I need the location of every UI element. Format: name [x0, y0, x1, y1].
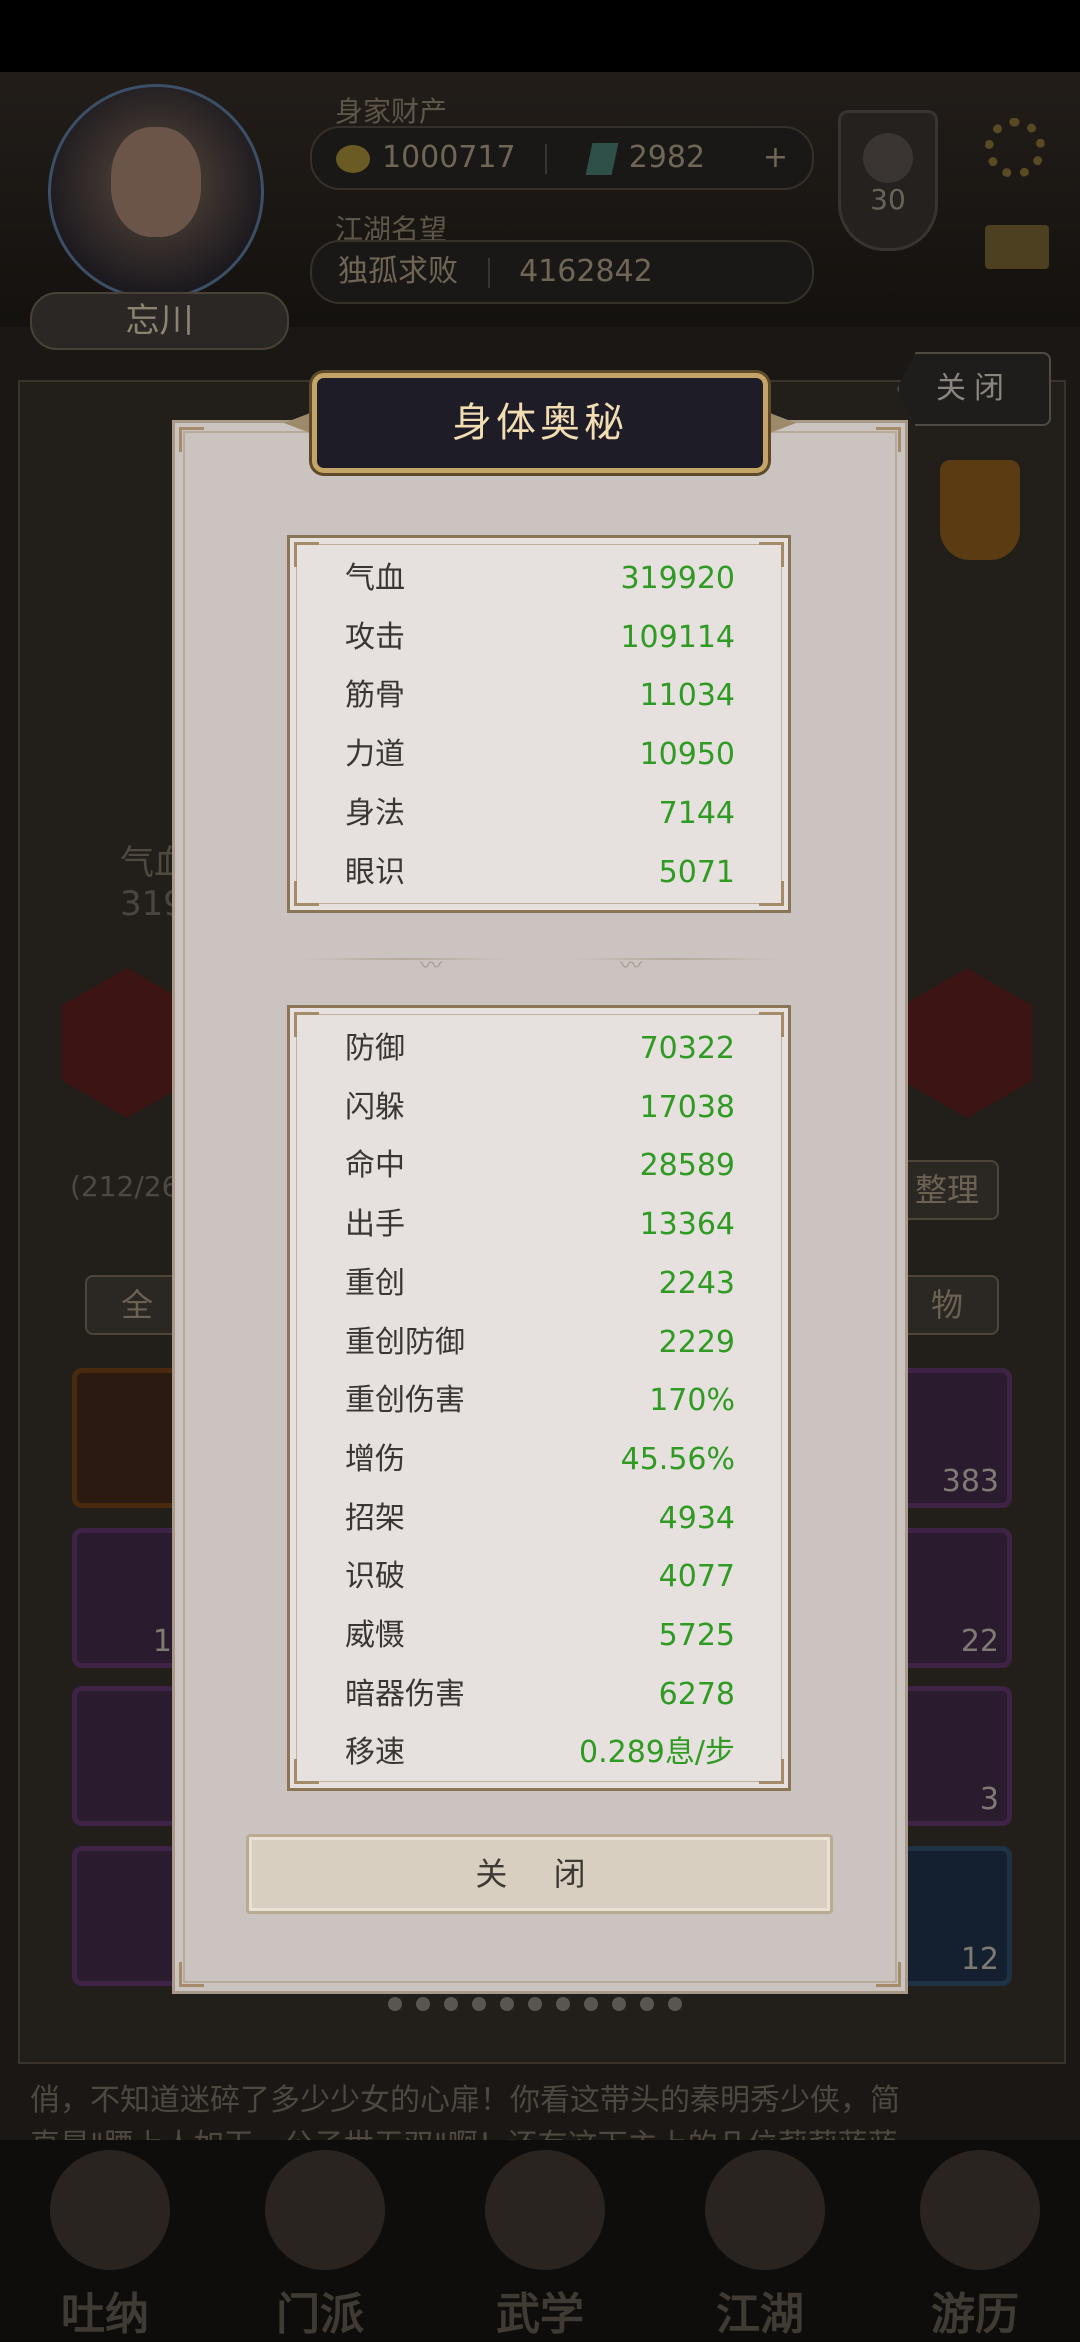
stat-row: 识破 4077	[290, 1548, 788, 1606]
modal-title: 身体奥秘	[452, 400, 628, 446]
nav-jianghu[interactable]: 江湖	[685, 2150, 835, 2340]
stat-value: 109114	[620, 619, 735, 655]
level-value: 30	[870, 183, 906, 216]
stat-row: 攻击 109114	[290, 609, 788, 667]
nav-travel[interactable]: 游历	[900, 2150, 1050, 2340]
close-button[interactable]: 关 闭	[246, 1834, 833, 1914]
gear-icon[interactable]	[985, 118, 1045, 178]
stat-value: 5071	[658, 854, 735, 890]
stat-value: 2229	[658, 1324, 735, 1360]
stat-value: 4934	[658, 1500, 735, 1536]
status-bar	[0, 0, 1080, 72]
player-name: 忘川	[30, 292, 289, 350]
close-top-button[interactable]: 关闭	[897, 352, 1051, 426]
stat-value: 11034	[639, 678, 735, 714]
stat-row: 招架 4934	[290, 1490, 788, 1548]
gold-coin-icon	[336, 144, 370, 173]
stat-row: 威慑 5725	[290, 1607, 788, 1665]
page-indicator	[388, 1996, 696, 2012]
stat-row: 力道 10950	[290, 726, 788, 784]
stat-row: 命中 28589	[290, 1137, 788, 1195]
stat-row: 气血 319920	[290, 550, 788, 608]
stat-value: 10950	[639, 737, 735, 773]
stat-label: 身法	[345, 795, 405, 831]
stat-value: 13364	[639, 1207, 735, 1243]
currency-bar: 1000717 2982 +	[310, 126, 814, 190]
stat-value: 4077	[658, 1559, 735, 1595]
stat-label: 筋骨	[345, 678, 405, 714]
stat-value: 6278	[658, 1676, 735, 1712]
stat-label: 力道	[345, 737, 405, 773]
stat-label: 攻击	[345, 619, 405, 655]
nav-martial[interactable]: 武学	[465, 2150, 615, 2340]
stat-label: 防御	[345, 1031, 405, 1066]
modal-title-banner: 身体奥秘	[312, 373, 768, 473]
stat-value: 319920	[620, 561, 735, 596]
stat-row: 闪躲 17038	[290, 1079, 788, 1137]
level-badge[interactable]: 30	[838, 110, 938, 251]
section-divider	[570, 958, 780, 960]
gold-value: 1000717	[382, 140, 516, 175]
nav-sect[interactable]: 门派	[245, 2150, 395, 2340]
stat-label: 命中	[345, 1148, 405, 1184]
stat-value: 2243	[658, 1265, 735, 1301]
stat-label: 增伤	[345, 1441, 405, 1477]
stat-value: 17038	[639, 1089, 735, 1125]
stat-label: 重创	[345, 1265, 405, 1301]
mail-icon[interactable]	[985, 225, 1049, 269]
nav-tuna[interactable]: 吐纳	[30, 2150, 180, 2340]
yin-yang-icon	[863, 133, 913, 183]
primary-stats-panel: 气血 319920 攻击 109114 筋骨 11034 力道 10950 身法 7144 眼识 50…	[287, 535, 791, 913]
story-text: 俏，不知道迷碎了多少少女的心扉！你看这带头的秦明秀少侠，简	[30, 2083, 900, 2118]
stat-row: 增伤 45.56%	[290, 1431, 788, 1489]
stat-value: 7144	[658, 795, 735, 831]
stat-label: 暗器伤害	[345, 1676, 465, 1712]
stat-row: 防御 70322	[290, 1020, 788, 1078]
stat-label: 闪躲	[345, 1089, 405, 1125]
stat-value: 28589	[639, 1148, 735, 1184]
stat-label: 眼识	[345, 854, 405, 890]
stat-row: 筋骨 11034	[290, 667, 788, 725]
stat-row: 暗器伤害 6278	[290, 1666, 788, 1724]
stat-label: 出手	[345, 1207, 405, 1243]
stat-label: 重创防御	[345, 1324, 465, 1360]
medal-icon[interactable]	[940, 460, 1020, 560]
stat-value: 170%	[649, 1383, 735, 1419]
jade-value: 2982	[628, 140, 706, 175]
divider-swirl: 〰	[420, 954, 443, 979]
stat-row: 重创伤害 170%	[290, 1372, 788, 1430]
stat-label: 识破	[345, 1559, 405, 1595]
stat-value: 70322	[639, 1031, 735, 1066]
fame-value: 4162842	[519, 254, 653, 289]
fame-title: 独孤求败	[338, 254, 458, 289]
stat-value: 5725	[658, 1618, 735, 1653]
stat-row: 重创 2243	[290, 1255, 788, 1313]
stat-label: 重创伤害	[345, 1383, 465, 1419]
assets-label: 身家财产	[335, 95, 448, 128]
stat-label: 威慑	[345, 1618, 405, 1653]
secondary-stats-panel: 防御 70322 闪躲 17038 命中 28589 出手 13364 重创 2243 重创防御 22…	[287, 1005, 791, 1791]
stat-row: 身法 7144	[290, 785, 788, 843]
stat-row: 移速 0.289息/步	[290, 1724, 788, 1782]
stat-row: 出手 13364	[290, 1196, 788, 1254]
stat-label: 气血	[345, 561, 405, 596]
stat-value: 45.56%	[620, 1441, 735, 1477]
player-avatar[interactable]	[48, 84, 264, 300]
add-currency-button[interactable]: +	[763, 128, 788, 188]
fame-bar: 独孤求败 4162842	[310, 240, 814, 304]
stat-value: 0.289息/步	[579, 1735, 735, 1771]
stat-row: 重创防御 2229	[290, 1314, 788, 1372]
section-divider	[300, 958, 510, 960]
stat-row: 眼识 5071	[290, 844, 788, 902]
filter-items-tab[interactable]: 物	[895, 1275, 999, 1335]
stat-label: 招架	[345, 1500, 405, 1536]
stat-label: 移速	[345, 1735, 405, 1771]
jade-icon	[585, 142, 619, 175]
inventory-count: (212/26	[70, 1170, 180, 1203]
divider-swirl: 〰	[620, 954, 643, 979]
sort-button[interactable]: 整理	[895, 1160, 999, 1220]
